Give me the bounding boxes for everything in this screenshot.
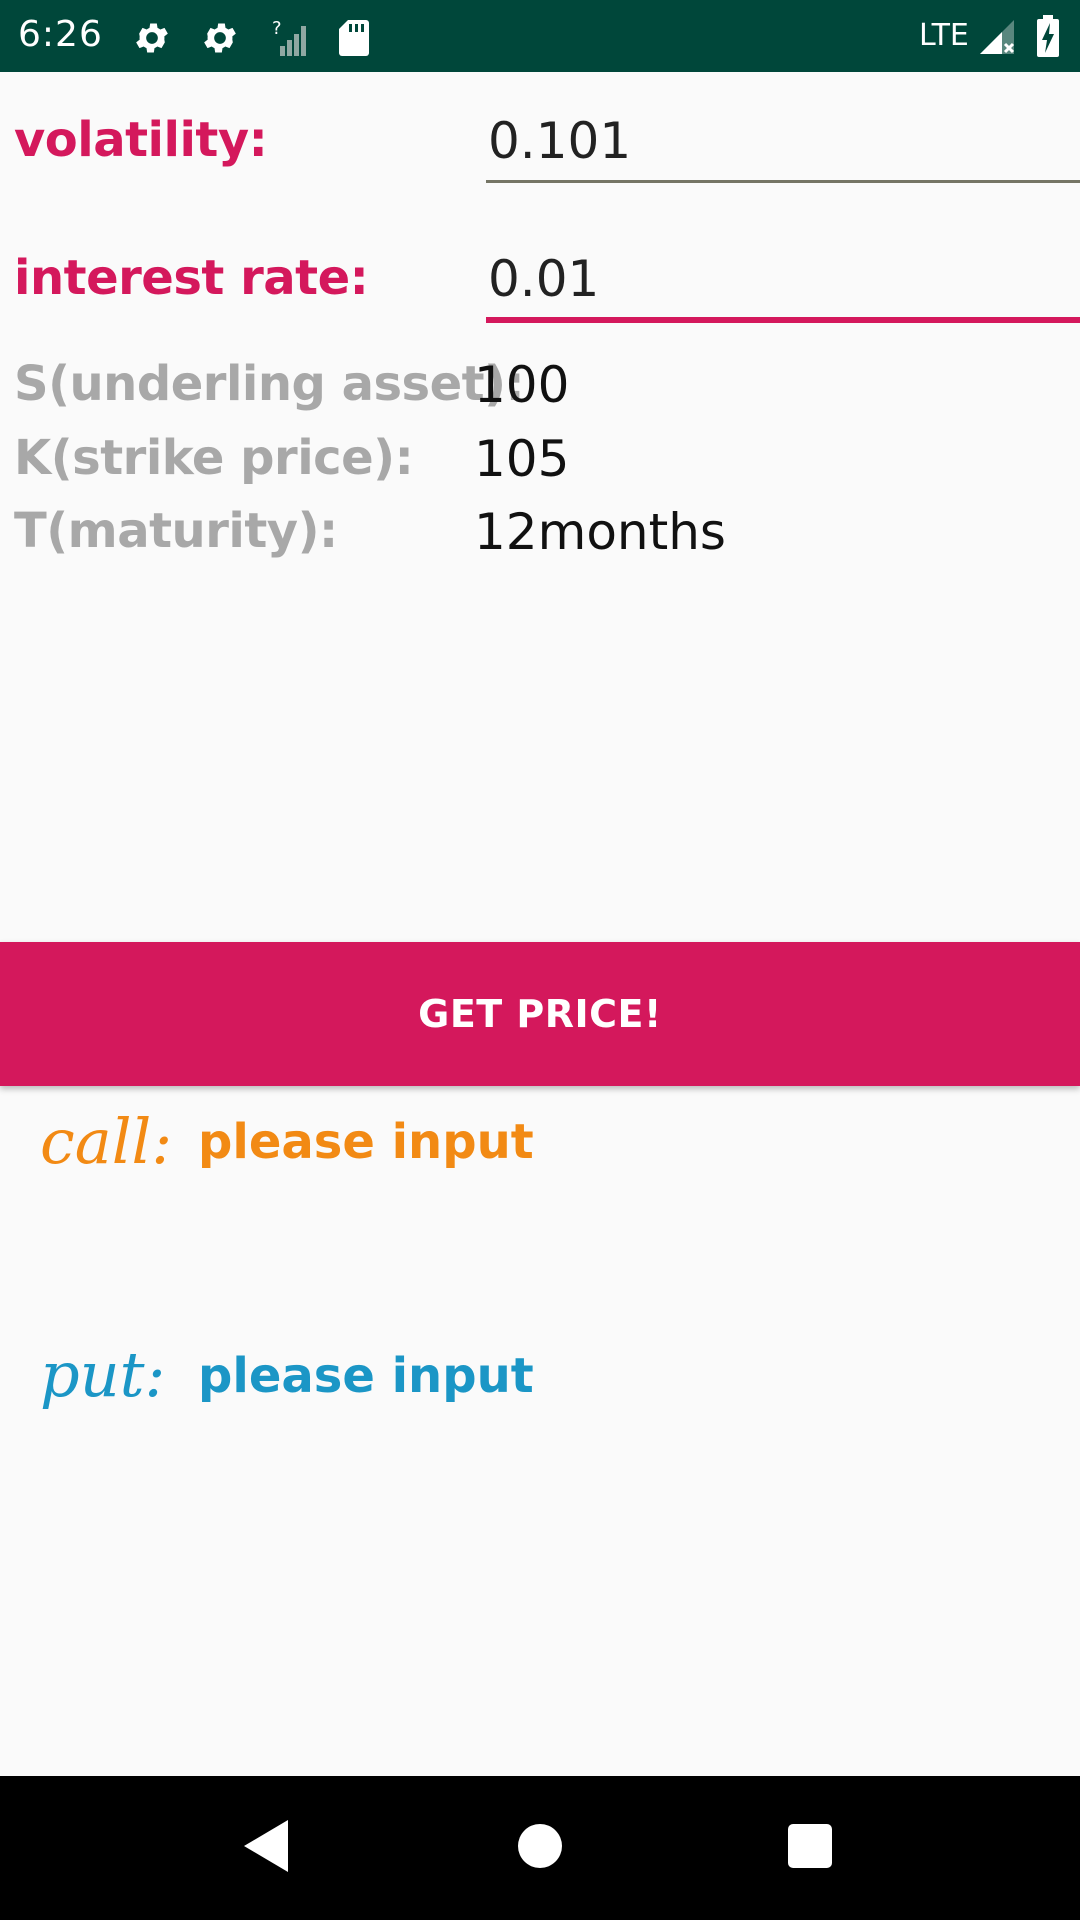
get-price-button[interactable]: GET PRICE! xyxy=(0,942,1080,1086)
recents-icon[interactable] xyxy=(786,1816,836,1881)
strike-price-value: 105 xyxy=(474,430,570,488)
put-label: put: xyxy=(40,1338,166,1411)
call-value: please input xyxy=(198,1114,534,1170)
interest-rate-label: interest rate: xyxy=(14,250,369,306)
maturity-value: 12months xyxy=(474,503,726,561)
maturity-label: T(maturity): xyxy=(14,503,338,559)
underlying-asset-label: S(underling asset): xyxy=(14,356,525,412)
gear-icon xyxy=(200,18,240,63)
status-time: 6:26 xyxy=(18,14,103,55)
battery-charging-icon xyxy=(1036,14,1060,63)
gear-icon xyxy=(132,18,172,63)
navigation-bar xyxy=(0,1776,1080,1920)
sd-card-icon xyxy=(338,18,370,63)
strike-price-label: K(strike price): xyxy=(14,430,414,486)
signal-unknown-glyph: ? xyxy=(272,18,282,39)
back-icon[interactable] xyxy=(240,1816,290,1881)
underlying-asset-value: 100 xyxy=(474,356,570,414)
put-value: please input xyxy=(198,1348,534,1404)
volatility-label: volatility: xyxy=(14,112,268,168)
network-type: LTE xyxy=(919,18,969,53)
home-icon[interactable] xyxy=(514,1816,570,1881)
volatility-input-underline xyxy=(486,180,1080,183)
status-bar: 6:26 ? LTE xyxy=(0,0,1080,72)
signal-unknown-icon: ? xyxy=(270,18,310,63)
interest-rate-input-underline xyxy=(486,317,1080,323)
cell-signal-icon xyxy=(978,18,1016,61)
call-label: call: xyxy=(40,1105,173,1178)
interest-rate-input[interactable] xyxy=(486,248,1080,310)
volatility-input[interactable] xyxy=(486,110,1080,172)
